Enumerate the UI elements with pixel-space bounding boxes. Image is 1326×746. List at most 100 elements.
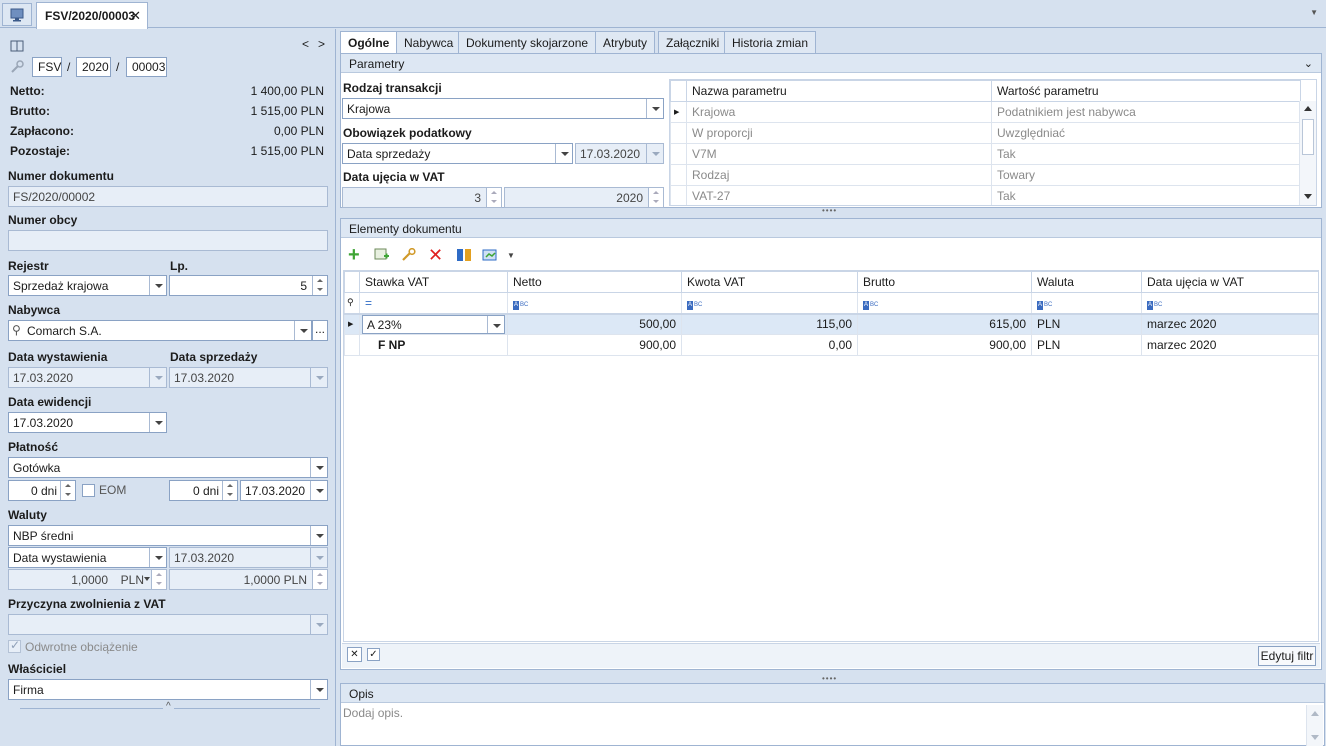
data-ujecia-cell[interactable]: marzec 2020	[1141, 334, 1318, 356]
data-ujecia-cell[interactable]: marzec 2020	[1141, 313, 1318, 335]
year-field[interactable]: 2020	[76, 57, 111, 77]
clear-filter-icon[interactable]: ✕	[347, 647, 362, 662]
scroll-up-icon[interactable]	[1304, 106, 1312, 111]
opis-scrollbar[interactable]	[1306, 705, 1323, 746]
filter-row[interactable]: ⚲ = BC BC BC BC BC	[344, 292, 1318, 314]
tab-zalaczniki[interactable]: Załączniki	[658, 31, 728, 53]
netto-cell[interactable]: 500,00	[507, 313, 682, 335]
kurs-data-typ-dropdown[interactable]: Data wystawienia	[8, 547, 167, 568]
kurs-typ-dropdown[interactable]: NBP średni	[8, 525, 328, 546]
splitter-handle[interactable]: ••••	[822, 206, 837, 215]
scroll-down-icon[interactable]	[1311, 735, 1319, 740]
chevron-down-icon[interactable]	[310, 680, 327, 699]
wlasciciel-dropdown[interactable]: Firma	[8, 679, 328, 700]
nav-prev-button[interactable]: <	[302, 37, 309, 51]
table-row[interactable]: F NP 900,00 0,00 900,00 PLN marzec 2020	[344, 334, 1318, 356]
param-name[interactable]: Krajowa	[686, 101, 992, 123]
search-icon[interactable]: ⚲	[12, 323, 21, 337]
tab-nabywca[interactable]: Nabywca	[396, 31, 462, 53]
column-header-brutto[interactable]: Brutto	[857, 271, 1032, 293]
filter-cell-stawka[interactable]: =	[359, 292, 508, 314]
spinner-icon[interactable]	[312, 276, 327, 295]
param-value[interactable]: Towary	[991, 164, 1301, 186]
filter-icon[interactable]: ⚲	[344, 292, 360, 314]
table-row[interactable]: W proporcji Uwzględniać	[670, 122, 1301, 144]
column-header-data-ujecia[interactable]: Data ujęcia w VAT	[1141, 271, 1318, 293]
param-name[interactable]: Rodzaj	[686, 164, 992, 186]
column-header-netto[interactable]: Netto	[507, 271, 682, 293]
series-field[interactable]: FSV	[32, 57, 62, 77]
rodzaj-transakcji-dropdown[interactable]: Krajowa	[342, 98, 664, 119]
table-row[interactable]: ▶ A 23% 500,00 115,00 615,00 PLN marzec …	[344, 313, 1318, 335]
scroll-up-icon[interactable]	[1311, 711, 1319, 716]
chevron-down-icon[interactable]	[144, 577, 150, 581]
nabywca-field[interactable]: ⚲ Comarch S.A.	[8, 320, 312, 341]
chevron-down-icon[interactable]	[310, 458, 327, 477]
document-tab[interactable]: FSV/2020/00003 ✕	[36, 2, 148, 29]
param-value[interactable]: Uwzględniać	[991, 122, 1301, 144]
brutto-cell[interactable]: 615,00	[857, 313, 1032, 335]
data-ewidencji-field[interactable]: 17.03.2020	[8, 412, 167, 433]
column-header-stawka-vat[interactable]: Stawka VAT	[359, 271, 508, 293]
chevron-down-icon[interactable]	[310, 481, 327, 500]
lp-field[interactable]: 5	[169, 275, 328, 296]
filter-cell-data[interactable]: BC	[1141, 292, 1318, 314]
spinner-icon[interactable]	[222, 481, 237, 500]
wrench-icon[interactable]	[10, 60, 24, 77]
tab-atrybuty[interactable]: Atrybuty	[595, 31, 656, 53]
spinner-icon[interactable]	[60, 481, 75, 500]
param-value[interactable]: Podatnikiem jest nabywca	[991, 101, 1301, 123]
netto-cell[interactable]: 900,00	[507, 334, 682, 356]
termin-dni2-field[interactable]: 0 dni	[169, 480, 238, 501]
chevron-down-icon[interactable]	[487, 315, 504, 333]
monitor-icon[interactable]	[2, 3, 32, 26]
brutto-cell[interactable]: 900,00	[857, 334, 1032, 356]
chevron-down-icon[interactable]	[149, 276, 166, 295]
filter-cell-netto[interactable]: BC	[507, 292, 682, 314]
filter-cell-waluta[interactable]: BC	[1031, 292, 1142, 314]
waluta-cell[interactable]: PLN	[1031, 313, 1142, 335]
table-row[interactable]: Rodzaj Towary	[670, 164, 1301, 186]
chevron-down-icon[interactable]: ⌄	[1304, 57, 1313, 70]
edytuj-filtr-button[interactable]: Edytuj filtr	[1258, 646, 1316, 666]
filter-cell-brutto[interactable]: BC	[857, 292, 1032, 314]
param-name[interactable]: W proporcji	[686, 122, 992, 144]
chevron-down-icon[interactable]	[310, 526, 327, 545]
obowiazek-dropdown[interactable]: Data sprzedaży	[342, 143, 573, 164]
parametry-header[interactable]: Parametry ⌄	[341, 54, 1321, 73]
kwota-vat-cell[interactable]: 115,00	[681, 313, 858, 335]
stawka-cell[interactable]: A 23%	[359, 313, 508, 335]
table-row[interactable]: ▶ Krajowa Podatnikiem jest nabywca	[670, 101, 1301, 123]
nabywca-more-button[interactable]: ...	[312, 320, 328, 341]
filter-cell-kwota[interactable]: BC	[681, 292, 858, 314]
eom-checkbox[interactable]	[82, 484, 95, 497]
chevron-down-icon[interactable]	[149, 413, 166, 432]
param-value[interactable]: Tak	[991, 185, 1301, 205]
scroll-thumb[interactable]	[1302, 119, 1314, 155]
splitter-handle[interactable]: ••••	[822, 674, 837, 683]
number-field[interactable]: 00003	[126, 57, 167, 77]
edit-icon[interactable]	[401, 247, 417, 265]
kwota-vat-cell[interactable]: 0,00	[681, 334, 858, 356]
table-row[interactable]: VAT-27 Tak	[670, 185, 1301, 205]
export-icon[interactable]	[482, 248, 500, 265]
column-header-nazwa[interactable]: Nazwa parametru	[686, 80, 992, 102]
column-header-kwota-vat[interactable]: Kwota VAT	[681, 271, 858, 293]
param-name[interactable]: VAT-27	[686, 185, 992, 205]
waluta-cell[interactable]: PLN	[1031, 334, 1142, 356]
chevron-up-icon[interactable]: ^	[163, 701, 174, 712]
filter-enabled-checkbox[interactable]: ✓	[367, 648, 380, 661]
close-icon[interactable]: ✕	[130, 8, 141, 24]
add-from-list-icon[interactable]	[374, 248, 390, 265]
export-dropdown-icon[interactable]: ▼	[507, 251, 515, 260]
chevron-down-icon[interactable]	[555, 144, 572, 163]
nav-next-button[interactable]: >	[318, 37, 325, 51]
tabs-dropdown-icon[interactable]: ▼	[1310, 8, 1318, 17]
tab-historia-zmian[interactable]: Historia zmian	[724, 31, 817, 53]
parametry-scrollbar[interactable]	[1299, 101, 1316, 205]
rejestr-dropdown[interactable]: Sprzedaż krajowa	[8, 275, 167, 296]
scroll-down-icon[interactable]	[1304, 194, 1312, 199]
column-header-wartosc[interactable]: Wartość parametru	[991, 80, 1301, 102]
param-value[interactable]: Tak	[991, 143, 1301, 165]
stawka-cell[interactable]: F NP	[359, 334, 508, 356]
